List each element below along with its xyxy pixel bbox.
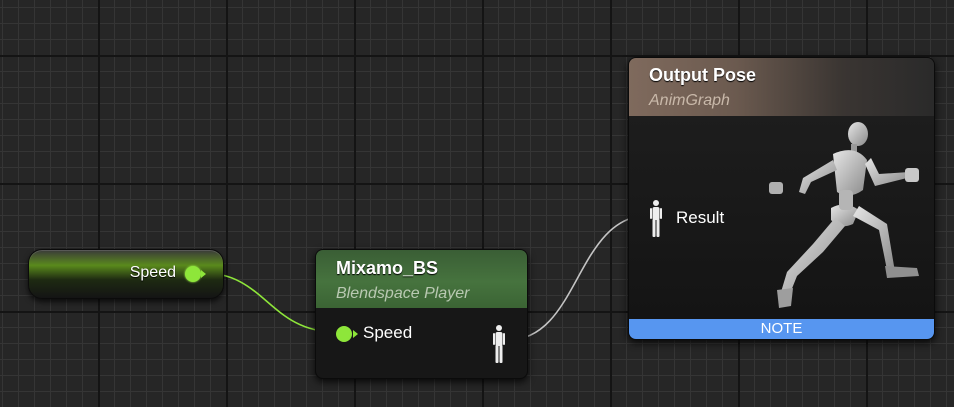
output-pose-node-header: Output Pose AnimGraph [629,58,934,116]
blendspace-node-subtitle: Blendspace Player [336,285,470,302]
result-input-label: Result [676,208,725,227]
pose-output-pin-icon[interactable] [492,323,506,365]
speed-input-label: Speed [363,323,413,342]
blendspace-node-header: Mixamo_BS Blendspace Player [316,250,527,308]
note-bar[interactable]: NOTE [629,319,934,339]
speed-output-pin[interactable] [185,266,201,282]
speed-input-pin[interactable] [336,326,352,342]
speed-variable-label: Speed [129,264,176,281]
pose-input-pin-icon[interactable] [649,198,663,238]
output-pose-node[interactable]: Output Pose AnimGraph Result NOTE [628,57,935,340]
mannequin-running-icon [769,122,919,308]
speed-input-pin-arrow-icon [353,330,358,338]
output-pose-node-subtitle: AnimGraph [649,92,730,109]
speed-output-pin-arrow-icon [201,270,206,278]
speed-variable-node[interactable]: Speed [28,249,224,299]
blendspace-node-title: Mixamo_BS [336,258,439,278]
output-pose-node-title: Output Pose [649,65,756,85]
blendspace-player-node[interactable]: Mixamo_BS Blendspace Player Speed [315,249,528,379]
